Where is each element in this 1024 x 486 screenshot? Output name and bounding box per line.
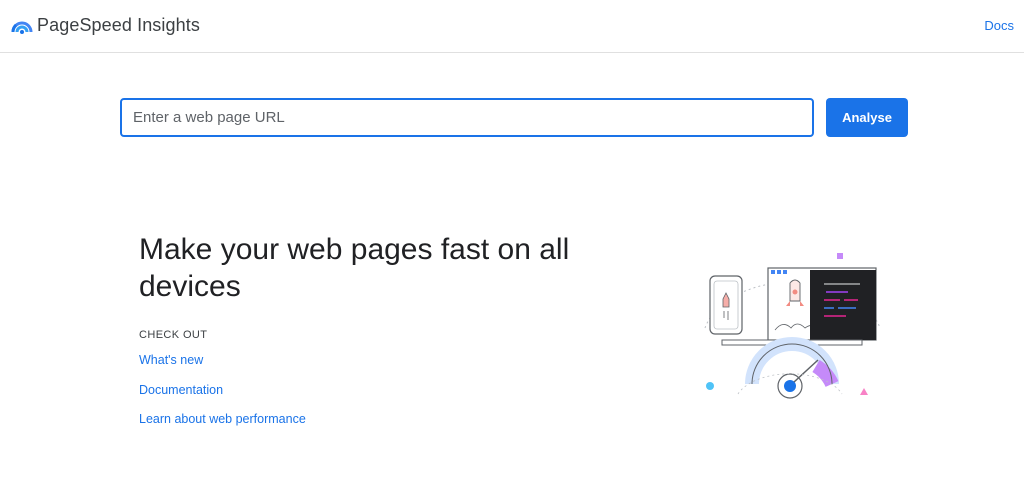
check-out-label: CHECK OUT [139, 329, 208, 341]
url-input[interactable] [120, 98, 814, 137]
devices-speed-illustration [704, 253, 881, 399]
laptop-shape [721, 267, 877, 346]
pink-triangle-shape [860, 388, 868, 395]
purple-square-shape [837, 253, 843, 259]
documentation-link[interactable]: Documentation [139, 383, 223, 397]
whats-new-link[interactable]: What's new [139, 353, 203, 367]
web-performance-link[interactable]: Learn about web performance [139, 412, 306, 426]
top-header: PageSpeed Insights Docs [0, 0, 1024, 53]
blue-dot-shape [706, 382, 714, 390]
speed-gauge-shape [745, 337, 839, 399]
page-headline: Make your web pages fast on all devices [139, 233, 570, 303]
brand-title[interactable]: PageSpeed Insights [37, 15, 200, 36]
pagespeed-logo-icon[interactable] [11, 16, 33, 36]
phone-shape [709, 275, 743, 335]
docs-link[interactable]: Docs [984, 18, 1014, 33]
analyse-button[interactable]: Analyse [826, 98, 908, 137]
